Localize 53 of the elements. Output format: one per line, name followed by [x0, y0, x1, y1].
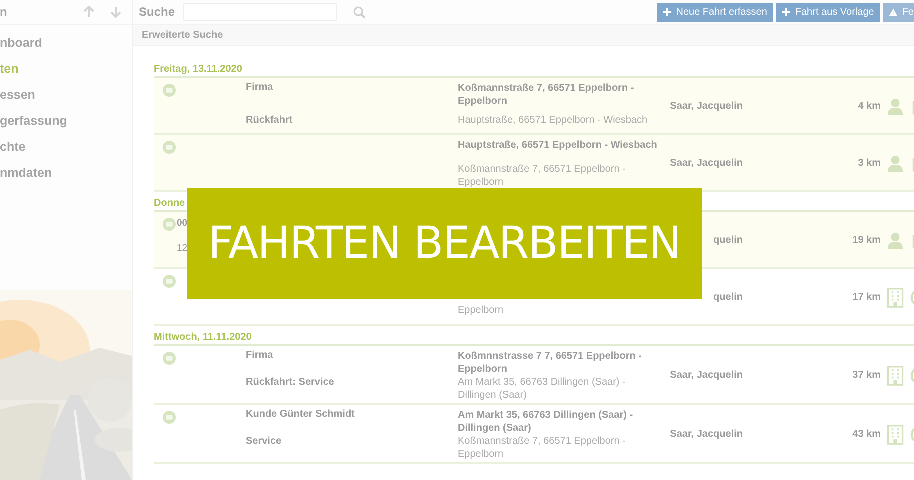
trip-row[interactable]: Firma Koßmnnstrasse 7 7, 66571 Eppelborn - Eppelborn Rückfahrt: Service Am Markt 35, 66763 Dillingen (Saar) - Dillingen (Saar) Saar, Jacquelin 37 km	[154, 346, 914, 405]
start-address: Am Markt 35, 66763 Dillingen (Saar) - Dillingen (Saar)	[458, 410, 634, 434]
return-text: Rückfahrt: Service	[246, 377, 334, 388]
purpose-text: Kunde Günter Schmidt	[246, 409, 355, 420]
menu-item[interactable]: ten	[0, 56, 132, 82]
menu-item[interactable]: nboard	[0, 30, 132, 56]
menu-item[interactable]: gerfassung	[0, 108, 132, 134]
search-label: Suche	[139, 5, 176, 19]
toolbar-button[interactable]: Fahrt aus Vorlage	[776, 2, 880, 22]
title-overlay: FAHRTEN BEARBEITEN	[187, 188, 702, 299]
destination-address: Koßmannstraße 7, 66571 Eppelborn - Eppelborn	[458, 164, 626, 188]
date-heading: Mittwoch, 11.11.2020	[154, 332, 914, 346]
return-text: Rückfahrt	[246, 114, 293, 126]
return-text: Service	[246, 436, 282, 447]
sidebar-title: n	[0, 5, 8, 19]
driver-name: quelin	[714, 292, 743, 303]
destination-address: Am Markt 35, 66763 Dillingen (Saar) - Dillingen (Saar)	[458, 377, 626, 401]
arrow-down-icon[interactable]	[110, 6, 122, 18]
driver-name: Saar, Jacquelin	[670, 429, 743, 440]
advanced-search-link[interactable]: Erweiterte Suche	[142, 30, 224, 40]
destination-address: Hauptstraße, 66571 Eppelborn - Wiesbach	[458, 114, 648, 126]
plus-icon	[663, 8, 672, 16]
distance-text: 4 km	[858, 101, 881, 112]
distance-text: 3 km	[858, 158, 881, 169]
distance-text: 43 km	[852, 429, 881, 440]
driver-name: Saar, Jacquelin	[670, 158, 743, 169]
arrow-up-icon[interactable]	[83, 6, 95, 18]
driver-name: Saar, Jacquelin	[670, 370, 743, 381]
distance-text: 17 km	[852, 292, 881, 303]
menu-item[interactable]: nmdaten	[0, 160, 132, 186]
destination-address: Eppelborn	[458, 304, 504, 316]
distance-text: 19 km	[852, 235, 881, 246]
toolbar-button[interactable]: Fe	[883, 2, 914, 22]
destination-address: Koßmannstraße 7, 66571 Eppelborn - Eppelborn	[458, 436, 626, 460]
start-address: Koßmannstraße 7, 66571 Eppelborn - Eppelborn	[458, 83, 634, 107]
time-text: 12	[177, 243, 188, 254]
purpose-text: Firma	[246, 350, 274, 361]
trip-row[interactable]: Hauptstraße, 66571 Eppelborn - Wiesbach Koßmannstraße 7, 66571 Eppelborn - Eppelborn Saar, Jacquelin 3 km	[154, 135, 914, 192]
trip-row[interactable]: Firma Koßmannstraße 7, 66571 Eppelborn - Eppelborn Rückfahrt Hauptstraße, 66571 Eppelborn - Wiesbach Saar, Jacquelin 4 km	[154, 78, 914, 135]
search-icon[interactable]	[353, 6, 366, 18]
distance-text: 37 km	[852, 370, 881, 381]
purpose-text: Firma	[246, 82, 274, 93]
start-address: Koßmnnstrasse 7 7, 66571 Eppelborn - Eppelborn	[458, 351, 642, 375]
menu-item[interactable]: essen	[0, 82, 132, 108]
driver-name: quelin	[714, 235, 743, 246]
time-text: 00	[177, 218, 188, 229]
start-address: Hauptstraße, 66571 Eppelborn - Wiesbach	[458, 140, 658, 151]
warning-icon	[889, 8, 898, 16]
trip-row[interactable]: Kunde Günter Schmidt Am Markt 35, 66763 Dillingen (Saar) - Dillingen (Saar) Service Koßmannstraße 7, 66571 Eppelborn - Eppelborn Saar, Jacquelin 43 km	[154, 405, 914, 464]
plus-icon	[782, 8, 792, 16]
toolbar-button[interactable]: Neue Fahrt erfassen	[657, 2, 774, 22]
driver-name: Saar, Jacquelin	[670, 101, 743, 112]
menu-item[interactable]: chte	[0, 134, 132, 160]
